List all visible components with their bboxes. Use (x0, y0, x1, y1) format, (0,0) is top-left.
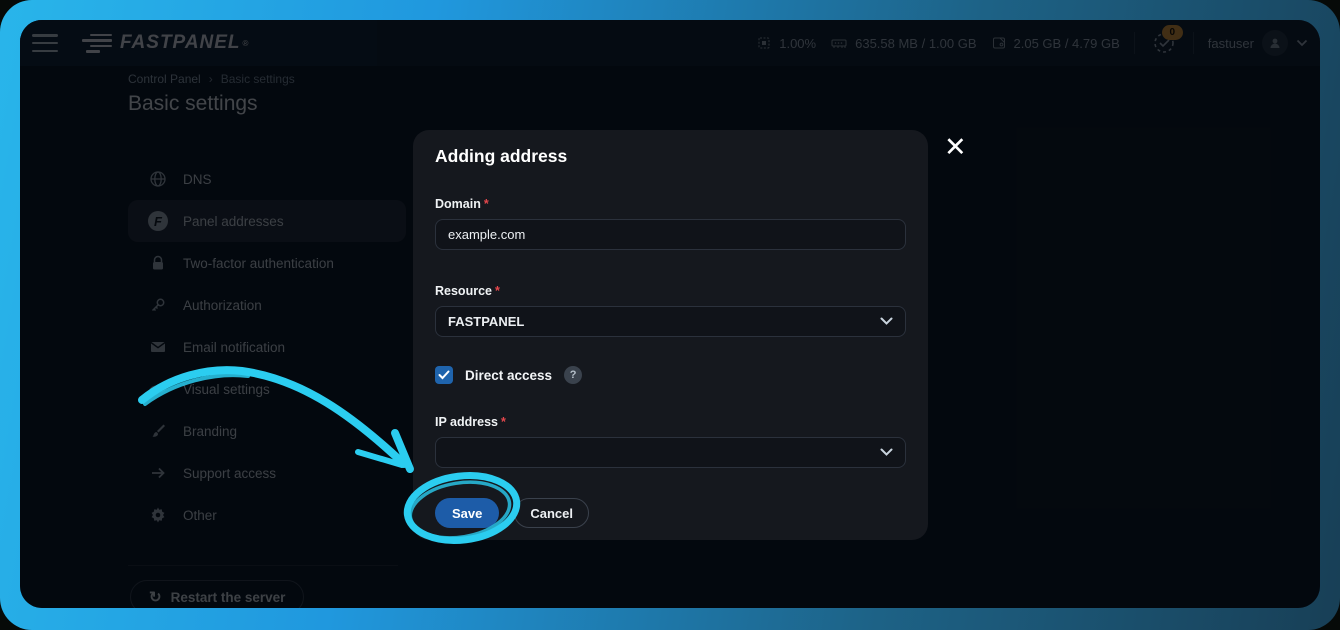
cancel-button[interactable]: Cancel (514, 498, 589, 528)
resource-label-text: Resource (435, 284, 492, 298)
required-asterisk: * (484, 197, 489, 211)
close-icon[interactable]: ✕ (944, 134, 967, 161)
help-icon[interactable]: ? (564, 366, 582, 384)
ip-address-label: IP address* (435, 415, 906, 429)
chevron-down-icon (880, 317, 893, 326)
modal-actions: Save Cancel (435, 498, 906, 528)
resource-select[interactable]: FASTPANEL (435, 306, 906, 337)
resource-selected-value: FASTPANEL (448, 314, 524, 329)
domain-input[interactable] (435, 219, 906, 250)
ip-address-select[interactable] (435, 437, 906, 468)
check-icon (438, 370, 450, 380)
adding-address-modal: Adding address Domain* Resource* FASTPAN… (413, 130, 928, 540)
direct-access-checkbox[interactable] (435, 366, 453, 384)
direct-access-label: Direct access (465, 368, 552, 383)
fastpanel-app: FASTPANEL ® 1.00% (20, 20, 1320, 608)
modal-title: Adding address (435, 146, 906, 167)
save-button[interactable]: Save (435, 498, 499, 528)
required-asterisk: * (495, 284, 500, 298)
screenshot-frame: FASTPANEL ® 1.00% (0, 0, 1340, 630)
ip-address-label-text: IP address (435, 415, 498, 429)
resource-label: Resource* (435, 284, 906, 298)
domain-label-text: Domain (435, 197, 481, 211)
direct-access-row: Direct access ? (435, 365, 906, 385)
required-asterisk: * (501, 415, 506, 429)
chevron-down-icon (880, 448, 893, 457)
domain-label: Domain* (435, 197, 906, 211)
